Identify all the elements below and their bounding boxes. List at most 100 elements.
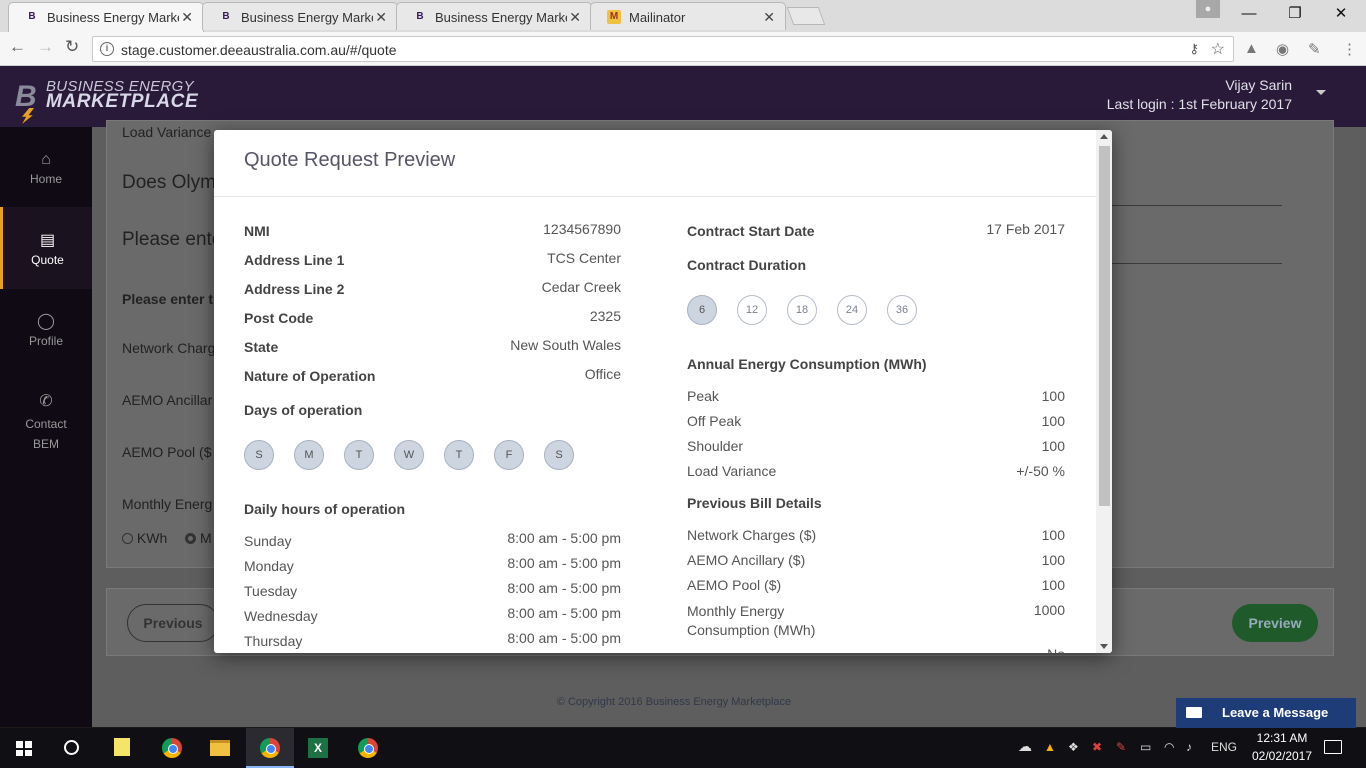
leave-message-label: Leave a Message — [1222, 705, 1329, 720]
new-tab-button[interactable] — [786, 7, 826, 25]
postcode-label: Post Code — [244, 310, 314, 326]
home-icon: ⌂ — [41, 151, 51, 168]
peak-value: 100 — [1041, 388, 1065, 404]
clock-time[interactable]: 12:31 AM — [1252, 731, 1312, 745]
eye-extension-icon[interactable]: ◉ — [1276, 40, 1289, 58]
user-menu-caret-icon[interactable] — [1316, 90, 1326, 95]
folder-icon — [210, 740, 230, 756]
last-login: Last login : 1st February 2017 — [1106, 96, 1292, 112]
tab-close-icon[interactable]: ✕ — [763, 9, 775, 26]
back-arrow-icon[interactable]: ← — [9, 37, 26, 57]
scroll-up-arrow-icon[interactable] — [1100, 134, 1108, 139]
forward-arrow-icon[interactable]: → — [37, 37, 54, 57]
sidebar-item-home[interactable]: ⌂ Home — [0, 151, 92, 186]
address2-value: Cedar Creek — [541, 279, 621, 295]
modal-title: Quote Request Preview — [244, 149, 456, 171]
bg-monthly-label: Monthly Energ — [122, 496, 213, 512]
load-variance-value: +/-50 % — [1016, 463, 1065, 479]
taskbar-chrome-2[interactable] — [246, 728, 294, 768]
taskbar-excel[interactable]: X — [294, 728, 342, 768]
menu-dots-icon[interactable]: ⋮ — [1342, 40, 1357, 58]
tab-close-icon[interactable]: ✕ — [181, 9, 193, 26]
wifi-icon[interactable]: ◠ — [1164, 740, 1174, 754]
language-indicator[interactable]: ENG — [1211, 740, 1237, 754]
tab-title: Business Energy Marketp — [47, 10, 179, 25]
browser-tab-strip: B Business Energy Marketp ✕ B Business E… — [0, 0, 1366, 32]
start-button[interactable] — [0, 728, 48, 768]
onedrive-icon[interactable]: ☁ — [1018, 738, 1032, 755]
scroll-thumb[interactable] — [1099, 146, 1110, 506]
sidebar-item-label: Profile — [28, 334, 63, 348]
taskbar-chrome-3[interactable] — [344, 728, 392, 768]
user-name[interactable]: Vijay Sarin — [1225, 77, 1292, 93]
site-info-icon[interactable]: i — [100, 42, 114, 56]
bg-aemo-anc-label: AEMO Ancillar — [122, 392, 213, 408]
postcode-value: 2325 — [589, 308, 621, 324]
kwh-radio[interactable] — [122, 533, 133, 544]
close-window-button[interactable]: ✕ — [1318, 0, 1364, 30]
state-value: New South Wales — [510, 337, 621, 353]
leave-message-widget[interactable]: Leave a Message — [1176, 698, 1356, 728]
taskbar-sticky-notes[interactable] — [98, 728, 146, 768]
preview-button[interactable]: Preview — [1232, 604, 1318, 642]
mwh-radio[interactable] — [185, 533, 197, 544]
browser-tab-2[interactable]: B Business Energy Marketp ✕ — [202, 2, 398, 30]
tray-alert-icon[interactable]: ✖ — [1092, 740, 1102, 754]
duration-36: 36 — [887, 295, 917, 325]
restore-button[interactable]: ❐ — [1272, 0, 1318, 30]
browser-tab-1[interactable]: B Business Energy Marketp ✕ — [8, 2, 204, 32]
address-bar[interactable]: i stage.customer.deeaustralia.com.au/#/q… — [92, 36, 1234, 62]
sidebar-item-quote[interactable]: ▤ Quote — [0, 207, 92, 289]
pdf-extension-icon[interactable]: ✎ — [1308, 40, 1321, 58]
minimize-button[interactable]: — — [1226, 0, 1272, 30]
dropbox-icon[interactable]: ❖ — [1068, 740, 1079, 754]
previous-button[interactable]: Previous — [127, 604, 219, 642]
nmi-label: NMI — [244, 223, 270, 239]
consumption-heading: Annual Energy Consumption (MWh) — [687, 356, 927, 372]
browser-tab-4[interactable]: M Mailinator ✕ — [590, 2, 786, 30]
sidebar-item-contact[interactable]: ✆ Contact BEM — [0, 393, 92, 454]
reload-icon[interactable]: ↻ — [65, 37, 79, 57]
search-circle-icon — [64, 740, 79, 755]
volume-icon[interactable]: ♪ — [1186, 740, 1192, 754]
drive-extension-icon[interactable]: ▲ — [1244, 40, 1259, 57]
excel-icon: X — [308, 738, 328, 758]
browser-toolbar: ← → ↻ i stage.customer.deeaustralia.com.… — [0, 32, 1366, 66]
tray-pen-icon[interactable]: ✎ — [1116, 740, 1126, 754]
duration-label: Contract Duration — [687, 257, 806, 273]
url-text[interactable]: stage.customer.deeaustralia.com.au/#/quo… — [121, 42, 397, 58]
aemo-ancillary-value: 100 — [1041, 552, 1065, 568]
sidebar-item-label: Home — [29, 172, 62, 186]
address2-label: Address Line 2 — [244, 281, 345, 297]
network-charges-value: 100 — [1041, 527, 1065, 543]
notifications-icon[interactable] — [1324, 740, 1342, 754]
modal-scrollbar[interactable] — [1096, 130, 1112, 653]
brand-logo-icon[interactable]: B — [15, 80, 41, 114]
nature-value: Office — [584, 366, 621, 382]
kwh-label: KWh — [136, 530, 168, 546]
drive-tray-icon[interactable]: ▲ — [1044, 740, 1056, 754]
windows-taskbar: X ☁ ▲ ❖ ✖ ✎ ▭ ◠ ♪ ENG 12:31 AM 02/02/201… — [0, 728, 1366, 768]
quote-preview-modal: Quote Request Preview NMI 1234567890 Add… — [214, 130, 1112, 653]
bem-favicon-icon: B — [222, 11, 230, 22]
search-button[interactable] — [48, 728, 96, 768]
days-heading: Days of operation — [244, 402, 363, 418]
scroll-down-arrow-icon[interactable] — [1100, 644, 1108, 649]
nature-label: Nature of Operation — [244, 368, 376, 384]
tab-title: Business Energy Marketp — [241, 10, 373, 25]
bookmark-star-icon[interactable]: ☆ — [1211, 39, 1225, 59]
copyright-text: © Copyright 2016 Business Energy Marketp… — [556, 696, 792, 708]
battery-icon[interactable]: ▭ — [1140, 740, 1151, 754]
taskbar-file-explorer[interactable] — [196, 728, 244, 768]
tab-title: Business Energy Marketp — [435, 10, 567, 25]
aemo-ancillary-label: AEMO Ancillary ($) — [687, 552, 806, 568]
tab-close-icon[interactable]: ✕ — [375, 9, 387, 26]
tab-close-icon[interactable]: ✕ — [569, 9, 581, 26]
sidebar-item-profile[interactable]: ◯ Profile — [0, 313, 92, 348]
sidebar-item-label: Quote — [31, 253, 64, 267]
browser-tab-3[interactable]: B Business Energy Marketp ✕ — [396, 2, 592, 30]
taskbar-chrome-1[interactable] — [148, 728, 196, 768]
clock-date[interactable]: 02/02/2017 — [1248, 749, 1316, 763]
profile-icon[interactable]: ● — [1196, 0, 1220, 18]
key-icon[interactable]: ⚷ — [1189, 41, 1199, 57]
